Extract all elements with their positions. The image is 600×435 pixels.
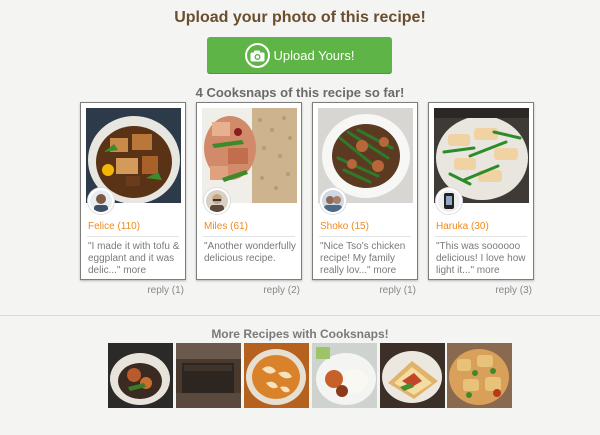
- cooksnap-comment: "I made it with tofu & eggplant and it w…: [88, 241, 182, 277]
- user-avatar[interactable]: [320, 188, 346, 214]
- more-link[interactable]: more: [477, 265, 500, 276]
- comment-text: "Another wonderfully delicious recipe.: [204, 241, 296, 264]
- more-link[interactable]: more: [373, 265, 396, 276]
- cooksnap-card[interactable]: Haruka (30) "This was soooooo delicious!…: [428, 102, 534, 280]
- cooksnap-comment: "Another wonderfully delicious recipe.: [204, 241, 298, 277]
- user-avatar[interactable]: [204, 188, 230, 214]
- upload-yours-label: Upload Yours!: [273, 48, 355, 63]
- divider: [435, 236, 527, 237]
- more-link[interactable]: more: [123, 265, 146, 276]
- reply-link[interactable]: reply (3): [442, 285, 532, 296]
- cooksnap-comment: "Nice Tso's chicken recipe! My family re…: [320, 241, 414, 277]
- cooksnaps-count-heading: 4 Cooksnaps of this recipe so far!: [195, 85, 405, 100]
- reply-link[interactable]: reply (1): [94, 285, 184, 296]
- cooksnap-card[interactable]: Felice (110) "I made it with tofu & eggp…: [80, 102, 186, 280]
- cooksnap-comment: "This was soooooo delicious! I love how …: [436, 241, 530, 277]
- user-avatar[interactable]: [436, 188, 462, 214]
- cooksnap-card[interactable]: Shoko (15) "Nice Tso's chicken recipe! M…: [312, 102, 418, 280]
- recipe-thumbnail[interactable]: [108, 343, 173, 408]
- cooksnap-username[interactable]: Miles (61): [204, 221, 248, 232]
- user-avatar[interactable]: [88, 188, 114, 214]
- recipe-thumbnail[interactable]: [176, 343, 241, 408]
- reply-link[interactable]: reply (1): [326, 285, 416, 296]
- camera-icon: [244, 43, 270, 68]
- cooksnap-username[interactable]: Haruka (30): [436, 221, 489, 232]
- recipe-thumbnail[interactable]: [447, 343, 512, 408]
- recipe-thumbnail[interactable]: [380, 343, 445, 408]
- cooksnap-username[interactable]: Felice (110): [88, 221, 140, 232]
- more-recipes-heading: More Recipes with Cooksnaps!: [211, 327, 389, 341]
- divider: [87, 236, 179, 237]
- cooksnap-username[interactable]: Shoko (15): [320, 221, 369, 232]
- section-divider: [0, 315, 600, 316]
- reply-link[interactable]: reply (2): [210, 285, 300, 296]
- recipe-thumbnail[interactable]: [244, 343, 309, 408]
- upload-yours-button[interactable]: Upload Yours!: [207, 37, 392, 74]
- cooksnap-card[interactable]: Miles (61) "Another wonderfully deliciou…: [196, 102, 302, 280]
- page-title: Upload your photo of this recipe!: [174, 9, 426, 26]
- recipe-thumbnail[interactable]: [312, 343, 377, 408]
- divider: [203, 236, 295, 237]
- divider: [319, 236, 411, 237]
